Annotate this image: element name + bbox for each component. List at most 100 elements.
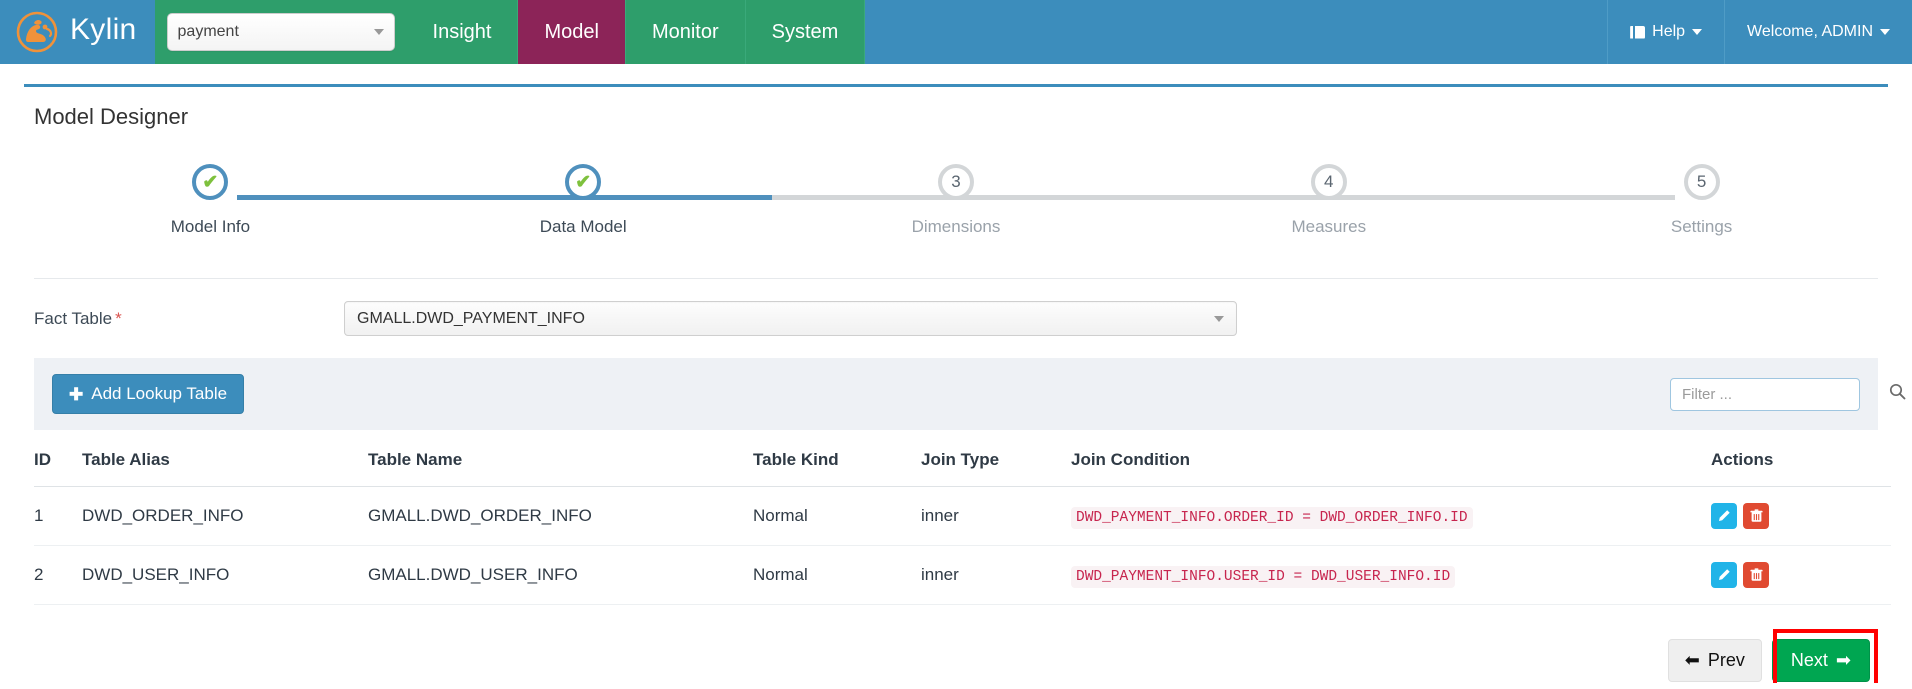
- help-menu[interactable]: Help: [1607, 0, 1725, 64]
- cell-actions: [1711, 545, 1891, 605]
- navbar-spacer: [865, 0, 1608, 64]
- add-lookup-table-button[interactable]: ✚ Add Lookup Table: [52, 374, 245, 414]
- cell-id: 2: [34, 545, 82, 605]
- cell-join-type: inner: [921, 545, 1071, 605]
- wizard-step-1-label: Model Info: [170, 217, 251, 236]
- cell-id: 1: [34, 486, 82, 546]
- app-root: Kylin payment Insight Model Monitor Syst…: [0, 0, 1912, 689]
- cell-table-kind: Normal: [753, 486, 921, 546]
- table-head: ID Table Alias Table Name Table Kind Joi…: [34, 430, 1891, 487]
- cell-table-alias: DWD_ORDER_INFO: [82, 486, 368, 546]
- edit-row-button[interactable]: [1711, 503, 1737, 529]
- wizard-step-dimensions[interactable]: 3 Dimensions: [770, 164, 1143, 237]
- th-table-name: Table Name: [368, 430, 753, 487]
- check-icon: ✔: [202, 171, 219, 193]
- lookup-tables-table: ID Table Alias Table Name Table Kind Joi…: [34, 430, 1891, 605]
- nav-item-insight[interactable]: Insight: [406, 0, 519, 64]
- arrow-left-icon: ⬅: [1684, 650, 1700, 670]
- fact-table-value: GMALL.DWD_PAYMENT_INFO: [357, 309, 585, 327]
- filter-input[interactable]: [1680, 384, 1883, 404]
- wizard-step-5-circle: 5: [1683, 164, 1720, 200]
- delete-row-button[interactable]: [1743, 503, 1769, 529]
- fact-table-select[interactable]: GMALL.DWD_PAYMENT_INFO: [344, 301, 1237, 336]
- plus-icon: ✚: [69, 384, 84, 404]
- kylin-lion-logo-icon: [14, 9, 60, 55]
- prev-button[interactable]: ⬅ Prev: [1667, 639, 1762, 682]
- wizard-step-4-circle: 4: [1310, 164, 1347, 200]
- th-join-type: Join Type: [921, 430, 1071, 487]
- nav-item-monitor-label: Monitor: [651, 20, 719, 43]
- user-menu-label: Welcome, ADMIN: [1747, 23, 1873, 40]
- nav-item-insight-label: Insight: [432, 20, 492, 43]
- fact-table-label: Fact Table *: [34, 309, 344, 329]
- cell-actions: [1711, 486, 1891, 546]
- cell-join-type: inner: [921, 486, 1071, 546]
- check-icon: ✔: [575, 171, 592, 193]
- cell-table-alias: DWD_USER_INFO: [82, 545, 368, 605]
- table-row: 2 DWD_USER_INFO GMALL.DWD_USER_INFO Norm…: [34, 545, 1891, 605]
- wizard-step-3-circle: 3: [937, 164, 974, 200]
- nav-item-monitor[interactable]: Monitor: [625, 0, 746, 64]
- top-navbar: Kylin payment Insight Model Monitor Syst…: [0, 0, 1912, 64]
- edit-row-button[interactable]: [1711, 562, 1737, 588]
- help-menu-label: Help: [1652, 23, 1686, 40]
- th-join-condition: Join Condition: [1071, 430, 1711, 487]
- join-condition-code: DWD_PAYMENT_INFO.ORDER_ID = DWD_ORDER_IN…: [1071, 507, 1473, 529]
- wizard-step-5-label: Settings: [1670, 217, 1733, 236]
- delete-row-button[interactable]: [1743, 562, 1769, 588]
- page-title: Model Designer: [34, 104, 189, 129]
- fact-table-row: Fact Table * GMALL.DWD_PAYMENT_INFO: [24, 279, 1888, 336]
- row-action-buttons: [1711, 503, 1891, 529]
- caret-down-icon: [1692, 29, 1703, 35]
- search-icon[interactable]: [1889, 383, 1906, 405]
- cell-table-name: GMALL.DWD_ORDER_INFO: [368, 486, 753, 546]
- table-row: 1 DWD_ORDER_INFO GMALL.DWD_ORDER_INFO No…: [34, 486, 1891, 546]
- project-selector[interactable]: payment: [166, 13, 395, 51]
- caret-down-icon: [373, 29, 384, 35]
- wizard-step-3-label: Dimensions: [911, 217, 1001, 236]
- join-condition-code: DWD_PAYMENT_INFO.USER_ID = DWD_USER_INFO…: [1071, 566, 1456, 588]
- th-actions: Actions: [1711, 430, 1891, 487]
- cell-join-condition: DWD_PAYMENT_INFO.ORDER_ID = DWD_ORDER_IN…: [1071, 486, 1711, 546]
- filter-box[interactable]: [1670, 377, 1906, 411]
- content-area: Model Designer ✔ Model Info ✔ Data Model…: [0, 84, 1912, 689]
- project-selector-value: payment: [177, 23, 239, 40]
- lookup-toolbar: ✚ Add Lookup Table: [34, 358, 1906, 430]
- row-action-buttons: [1711, 562, 1891, 588]
- wizard-step-settings[interactable]: 5 Settings: [1515, 164, 1888, 237]
- nav-items: Insight Model Monitor System: [406, 0, 866, 64]
- nav-item-system-label: System: [771, 20, 839, 43]
- next-button[interactable]: Next ➡: [1771, 639, 1870, 682]
- wizard-footer: ⬅ Prev Next ➡ CSDN @不以物喜2020: [34, 629, 1878, 689]
- add-lookup-table-label: Add Lookup Table: [91, 384, 228, 403]
- wizard-step-1-circle: ✔: [192, 164, 229, 200]
- wizard-steps: ✔ Model Info ✔ Data Model 3 Dimensions 4…: [24, 164, 1888, 237]
- user-menu[interactable]: Welcome, ADMIN: [1724, 0, 1912, 64]
- caret-down-icon: [1214, 315, 1224, 322]
- book-icon: [1630, 25, 1645, 39]
- model-designer-panel: Model Designer ✔ Model Info ✔ Data Model…: [24, 84, 1906, 689]
- bottom-strip: [0, 683, 1912, 689]
- footer-buttons: ⬅ Prev Next ➡: [1667, 639, 1870, 682]
- wizard-step-2-label: Data Model: [539, 217, 627, 236]
- th-id: ID: [34, 430, 82, 487]
- prev-button-label: Prev: [1707, 650, 1745, 670]
- required-marker: *: [115, 308, 122, 328]
- caret-down-icon: [1880, 29, 1890, 35]
- brand[interactable]: Kylin: [0, 0, 155, 64]
- wizard-step-measures[interactable]: 4 Measures: [1142, 164, 1515, 237]
- next-button-label: Next: [1790, 650, 1828, 670]
- project-selector-wrap: payment: [154, 0, 407, 64]
- wizard-step-2-circle: ✔: [565, 164, 602, 200]
- nav-item-model[interactable]: Model: [518, 0, 626, 64]
- wizard-step-data-model[interactable]: ✔ Data Model: [397, 164, 770, 237]
- th-table-kind: Table Kind: [753, 430, 921, 487]
- cell-join-condition: DWD_PAYMENT_INFO.USER_ID = DWD_USER_INFO…: [1071, 545, 1711, 605]
- cell-table-kind: Normal: [753, 545, 921, 605]
- arrow-right-icon: ➡: [1835, 650, 1851, 670]
- table-header-row: ID Table Alias Table Name Table Kind Joi…: [34, 430, 1891, 487]
- nav-item-model-label: Model: [544, 20, 599, 43]
- wizard-step-model-info[interactable]: ✔ Model Info: [24, 164, 397, 237]
- nav-item-system[interactable]: System: [745, 0, 866, 64]
- cell-table-name: GMALL.DWD_USER_INFO: [368, 545, 753, 605]
